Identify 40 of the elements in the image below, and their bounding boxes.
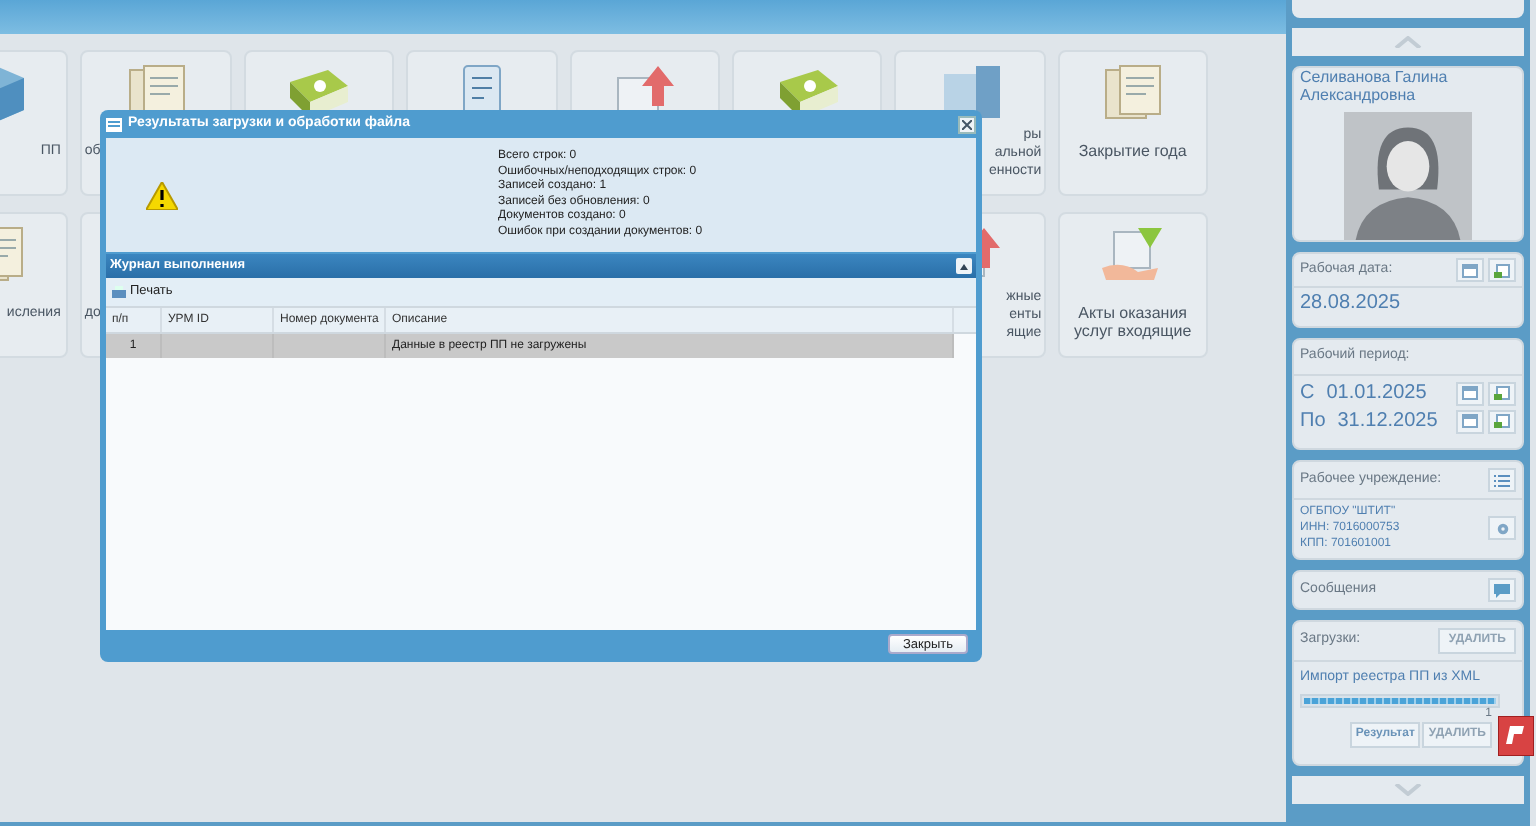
period-date: 31.12.2025 xyxy=(1337,410,1438,432)
calendar-icon xyxy=(1462,263,1478,277)
warning-icon xyxy=(146,181,178,209)
tile-card[interactable]: Закрытие года xyxy=(1057,50,1208,196)
app-shortcut-icon xyxy=(1498,716,1534,756)
tile-label: Закрытие года xyxy=(1078,142,1187,160)
list-icon xyxy=(1494,473,1510,487)
settings-button[interactable] xyxy=(1488,516,1516,540)
period-prefix: По xyxy=(1300,410,1326,432)
messages-button[interactable] xyxy=(1488,578,1516,602)
calendar-icon xyxy=(1462,386,1478,400)
chevron-up-icon xyxy=(960,263,968,269)
calendar-icon xyxy=(1462,414,1478,428)
period-date: 01.01.2025 xyxy=(1326,382,1427,404)
calendar-button[interactable] xyxy=(1488,409,1516,433)
calendar-button[interactable] xyxy=(1488,258,1516,282)
hand-with-document-icon xyxy=(1098,224,1167,284)
chevron-up-icon xyxy=(1394,36,1422,48)
period-prefix: С xyxy=(1300,382,1315,404)
user-name: Селиванова Галина xyxy=(1300,68,1448,86)
collapse-button[interactable] xyxy=(956,258,972,274)
settings-icon xyxy=(1495,521,1509,535)
chevron-down-icon xyxy=(1394,784,1422,796)
calendar-icon xyxy=(1494,386,1510,400)
list-button[interactable] xyxy=(1488,468,1516,492)
window-icon xyxy=(106,117,122,131)
chat-icon xyxy=(1494,583,1510,597)
printer-icon xyxy=(112,285,126,299)
calendar-icon xyxy=(1494,263,1510,277)
tile-card[interactable]: Акты оказания услуг входящие xyxy=(1057,212,1208,358)
tile-label: Акты оказания услуг входящие xyxy=(1071,304,1194,340)
calendar-button[interactable] xyxy=(1488,381,1516,405)
calendar-button[interactable] xyxy=(1456,381,1484,405)
calendar-icon xyxy=(1494,414,1510,428)
user-patronymic: Александровна xyxy=(1300,86,1416,106)
calendar-button[interactable] xyxy=(1456,258,1484,282)
calendar-button[interactable] xyxy=(1456,409,1484,433)
close-button[interactable] xyxy=(958,115,976,133)
close-icon xyxy=(962,119,972,129)
work-date-value: 28.08.2025 xyxy=(1300,292,1401,316)
